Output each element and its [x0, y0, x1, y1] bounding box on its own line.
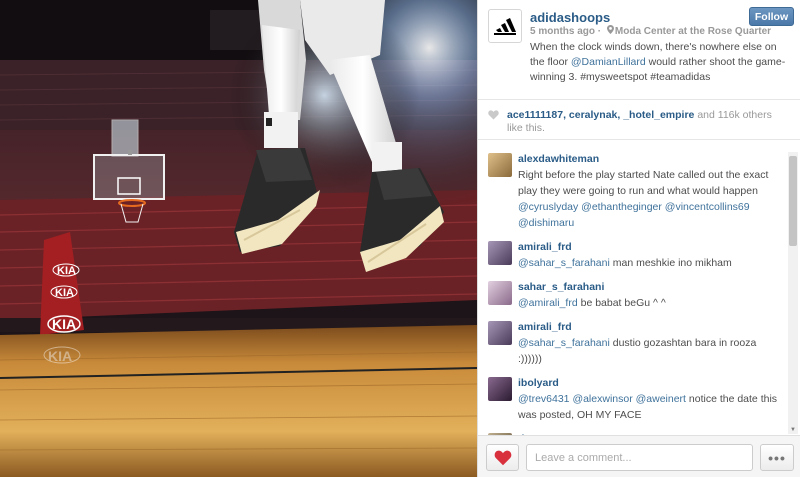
signage-reflection: KIA [48, 348, 72, 364]
comment-item: alexdawhiteman Right before the play sta… [478, 153, 788, 231]
commenter-avatar[interactable] [488, 321, 512, 345]
comment-mention[interactable]: @trev6431 @alexwinsor [518, 393, 633, 405]
post-meta: 5 months ago · Moda Center at the Rose Q… [530, 25, 790, 39]
comment-text: Right before the play started Nate calle… [518, 167, 782, 231]
comment-item: amirali_frd @sahar_s_farahani dustio goz… [478, 321, 788, 367]
basketball-arena-image: KIA KIA KIA KIA [0, 0, 477, 477]
comment-mention[interactable]: @amirali_frd [518, 297, 578, 309]
comment-mentions[interactable]: @cyruslyday @ethantheginger @vincentcoll… [518, 201, 750, 229]
comment-mention[interactable]: @sahar_s_farahani [518, 257, 610, 269]
commenter-username[interactable]: amirali_frd [518, 321, 782, 333]
post-photo[interactable]: KIA KIA KIA KIA [0, 0, 477, 477]
commenter-username[interactable]: alexdawhiteman [518, 153, 782, 165]
location-pin-icon [606, 25, 614, 34]
comment-composer: ••• [478, 435, 800, 477]
meta-separator: · [595, 26, 604, 37]
commenter-avatar[interactable] [488, 377, 512, 401]
comments-list[interactable]: alexdawhiteman Right before the play sta… [478, 147, 788, 435]
post-time[interactable]: 5 months ago [530, 26, 595, 37]
comment-item: sahar_s_farahani @amirali_frd be babat b… [478, 281, 788, 311]
comments-scrollbar[interactable]: ▼ [788, 152, 798, 434]
heart-small-icon [488, 110, 499, 120]
commenter-avatar[interactable] [488, 241, 512, 265]
comment-input[interactable] [526, 444, 753, 471]
comment-text: @trev6431 @alexwinsor @aweinert notice t… [518, 391, 782, 423]
comment-body: be babat beGu ^ ^ [577, 297, 666, 309]
instagram-post-viewer: KIA KIA KIA KIA adidashoops 5 months ago… [0, 0, 800, 477]
signage-text: KIA [57, 265, 76, 277]
more-options-button[interactable]: ••• [760, 444, 794, 471]
commenter-username[interactable]: amirali_frd [518, 241, 782, 253]
scroll-down-arrow-icon[interactable]: ▼ [789, 426, 797, 434]
like-button[interactable] [486, 444, 519, 471]
comment-text: @sahar_s_farahani dustio gozashtan bara … [518, 335, 782, 367]
commenter-avatar[interactable] [488, 281, 512, 305]
likers-names[interactable]: ace1111187, ceralynak, _hotel_empire [507, 109, 694, 121]
adidas-logo-icon [494, 18, 516, 35]
follow-button[interactable]: Follow [749, 7, 794, 26]
post-location[interactable]: Moda Center at the Rose Quarter [615, 26, 771, 37]
comment-body: Right before the play started Nate calle… [518, 169, 769, 197]
profile-avatar[interactable] [488, 9, 522, 43]
comment-text: @amirali_frd be babat beGu ^ ^ [518, 295, 782, 311]
signage-text: KIA [55, 287, 74, 299]
comment-body: man meshkie ino mikham [609, 257, 732, 269]
commenter-username[interactable]: ibolyard [518, 377, 782, 389]
heart-icon [494, 450, 511, 465]
commenter-username[interactable]: sahar_s_farahani [518, 281, 782, 293]
caption-mention-link[interactable]: @DamianLillard [571, 56, 646, 68]
post-details-panel: adidashoops 5 months ago · Moda Center a… [477, 0, 800, 477]
likes-summary: ace1111187, ceralynak, _hotel_empire and… [478, 100, 800, 140]
likers-list[interactable]: ace1111187, ceralynak, _hotel_empire [507, 109, 694, 121]
scrollbar-thumb[interactable] [789, 156, 797, 246]
comment-mention[interactable]: @aweinert [633, 393, 686, 405]
comment-text: @sahar_s_farahani man meshkie ino mikham [518, 255, 782, 271]
comment-item: ibolyard @trev6431 @alexwinsor @aweinert… [478, 377, 788, 423]
post-header: adidashoops 5 months ago · Moda Center a… [478, 0, 800, 100]
commenter-avatar[interactable] [488, 153, 512, 177]
post-caption: When the clock winds down, there's nowhe… [530, 40, 790, 85]
signage-text: KIA [52, 316, 76, 332]
comment-mention[interactable]: @sahar_s_farahani [518, 337, 610, 349]
comment-item: amirali_frd @sahar_s_farahani man meshki… [478, 241, 788, 271]
